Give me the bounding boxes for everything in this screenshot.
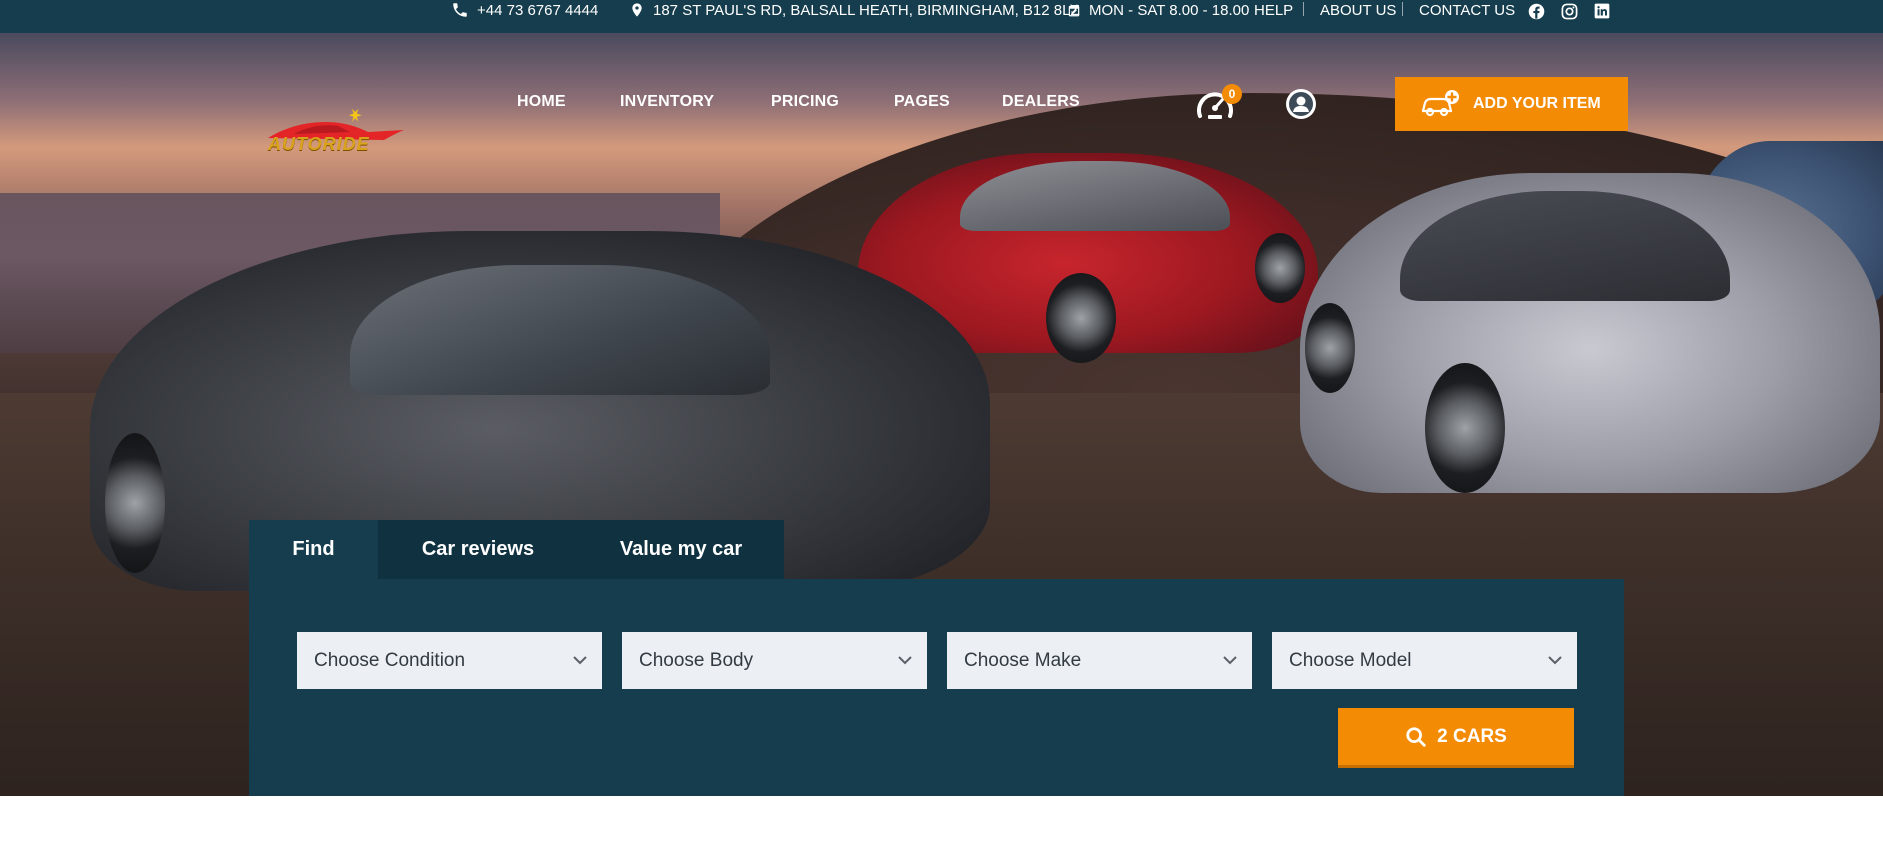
contact-us-link[interactable]: CONTACT US xyxy=(1419,0,1515,20)
add-your-item-label: ADD YOUR ITEM xyxy=(1473,95,1601,112)
condition-select[interactable]: Choose Condition xyxy=(297,632,602,689)
nav-inventory[interactable]: INVENTORY xyxy=(620,93,714,111)
topbar-divider xyxy=(1402,2,1403,16)
make-select-value: Choose Make xyxy=(964,649,1082,671)
contact-us-link-text[interactable]: CONTACT US xyxy=(1419,2,1515,19)
search-tabs: Find Car reviews Value my car xyxy=(249,520,784,579)
phone-icon xyxy=(453,3,467,17)
logo-text[interactable]: AUTORIDE xyxy=(268,134,370,155)
model-select-value: Choose Model xyxy=(1289,649,1412,671)
car-wheel xyxy=(1046,273,1116,363)
car-wheel xyxy=(1425,363,1505,493)
add-your-item-button[interactable]: ADD YOUR ITEM xyxy=(1395,77,1628,131)
model-select[interactable]: Choose Model xyxy=(1272,632,1577,689)
about-us-link[interactable]: ABOUT US xyxy=(1320,0,1396,20)
top-info-bar: +44 73 6767 4444 187 ST PAUL'S RD, BALSA… xyxy=(0,0,1883,33)
facebook-icon[interactable] xyxy=(1528,3,1545,20)
tab-find[interactable]: Find xyxy=(249,520,378,579)
chevron-down-icon xyxy=(573,656,587,665)
phone-info[interactable]: +44 73 6767 4444 xyxy=(451,0,598,20)
calendar-icon xyxy=(1068,4,1080,16)
body-select[interactable]: Choose Body xyxy=(622,632,927,689)
help-link[interactable]: HELP xyxy=(1254,0,1293,20)
topbar-divider xyxy=(1303,2,1304,16)
car-dark-window xyxy=(350,265,770,395)
tab-car-reviews[interactable]: Car reviews xyxy=(378,520,578,579)
address-text: 187 ST PAUL'S RD, BALSALL HEATH, BIRMING… xyxy=(653,1,1080,19)
nav-home[interactable]: HOME xyxy=(517,93,566,111)
compare-count-badge: 0 xyxy=(1222,84,1242,104)
linkedin-link[interactable] xyxy=(1594,1,1610,21)
hours-text: MON - SAT 8.00 - 18.00 xyxy=(1089,1,1250,19)
chevron-down-icon xyxy=(1548,656,1562,665)
chevron-down-icon xyxy=(898,656,912,665)
nav-dealers[interactable]: DEALERS xyxy=(1002,93,1080,111)
car-wheel xyxy=(1305,303,1355,393)
make-select[interactable]: Choose Make xyxy=(947,632,1252,689)
address-info: 187 ST PAUL'S RD, BALSALL HEATH, BIRMING… xyxy=(629,0,1080,20)
nav-pricing[interactable]: PRICING xyxy=(771,93,839,111)
nav-pages[interactable]: PAGES xyxy=(894,93,950,111)
condition-select-value: Choose Condition xyxy=(314,649,466,671)
search-icon xyxy=(1406,726,1426,747)
add-car-icon xyxy=(1421,90,1459,117)
car-wheel xyxy=(105,433,165,573)
search-cars-button[interactable]: 2 CARS xyxy=(1338,708,1574,765)
phone-text: +44 73 6767 4444 xyxy=(477,1,599,19)
chevron-down-icon xyxy=(1223,656,1237,665)
instagram-icon[interactable] xyxy=(1561,3,1578,20)
user-account-icon[interactable] xyxy=(1285,88,1317,120)
instagram-link[interactable] xyxy=(1561,1,1578,21)
help-link-text[interactable]: HELP xyxy=(1254,2,1293,19)
hours-info: MON - SAT 8.00 - 18.00 xyxy=(1067,0,1249,20)
search-panel: Choose Condition Choose Body Choose Make… xyxy=(249,579,1624,796)
facebook-link[interactable] xyxy=(1528,1,1545,21)
about-us-link-text[interactable]: ABOUT US xyxy=(1320,2,1396,19)
car-wheel xyxy=(1255,233,1305,303)
tab-value-my-car[interactable]: Value my car xyxy=(578,520,784,579)
search-cars-label: 2 CARS xyxy=(1437,725,1507,747)
linkedin-icon[interactable] xyxy=(1594,3,1610,19)
location-pin-icon xyxy=(632,3,642,17)
body-select-value: Choose Body xyxy=(639,649,754,671)
